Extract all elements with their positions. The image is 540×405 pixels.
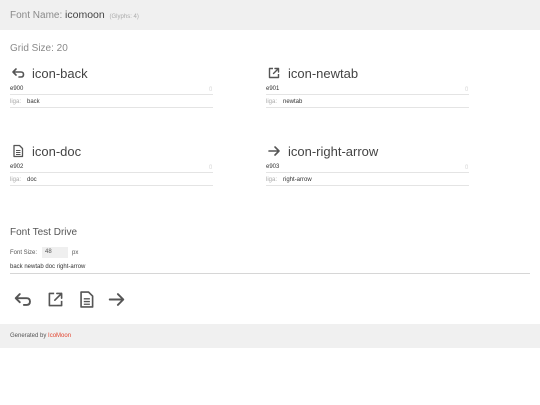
glyph-name: icon-doc — [32, 144, 82, 159]
glyph-card-icon-back: icon-back e900 ▯ liga: back — [10, 64, 213, 108]
font-title: Font Name: icomoon (Glyphs: 4) — [10, 9, 139, 21]
glyph-preview-box: ▯ — [209, 164, 212, 170]
ligature-label: liga: — [10, 99, 22, 105]
grid-size-label: Grid Size: 20 — [10, 43, 68, 54]
glyph-preview-box: ▯ — [465, 164, 468, 170]
ligature-label: liga: — [266, 177, 278, 183]
test-text-input[interactable]: back newtab doc right-arrow — [10, 264, 85, 270]
glyph-name: icon-back — [32, 66, 88, 81]
ligature-value[interactable]: back — [27, 99, 40, 105]
footer: Generated by IcoMoon — [0, 324, 540, 348]
glyph-code-field[interactable]: e903 ▯ — [266, 162, 469, 173]
icomoon-link[interactable]: IcoMoon — [48, 333, 71, 339]
glyph-card-icon-newtab: icon-newtab e901 ▯ liga: newtab — [266, 64, 469, 108]
glyph-code-field[interactable]: e901 ▯ — [266, 84, 469, 95]
glyph-preview-box: ▯ — [465, 86, 468, 92]
ligature-field[interactable]: liga: doc — [10, 175, 213, 186]
test-drive-title: Font Test Drive — [10, 227, 78, 238]
glyph-code-field[interactable]: e902 ▯ — [10, 162, 213, 173]
ligature-value[interactable]: right-arrow — [283, 177, 312, 183]
glyph-name: icon-newtab — [288, 66, 359, 81]
glyph-code[interactable]: e900 — [10, 86, 23, 92]
external-link-icon — [48, 292, 63, 307]
document-icon — [80, 291, 94, 308]
glyph-name: icon-right-arrow — [288, 144, 379, 159]
ligature-field[interactable]: liga: back — [10, 97, 213, 108]
right-arrow-icon — [268, 146, 280, 156]
glyph-count: (Glyphs: 4) — [109, 14, 139, 20]
ligature-value[interactable]: doc — [27, 177, 37, 183]
glyph-code[interactable]: e902 — [10, 164, 23, 170]
back-arrow-icon — [14, 293, 31, 306]
font-size-unit: px — [72, 250, 79, 256]
ligature-field[interactable]: liga: newtab — [266, 97, 469, 108]
font-name-label: Font Name: — [10, 10, 63, 21]
glyph-code-field[interactable]: e900 ▯ — [10, 84, 213, 95]
glyph-code[interactable]: e901 — [266, 86, 279, 92]
font-size-input[interactable]: 48 — [42, 247, 68, 258]
font-name: icomoon — [65, 9, 105, 21]
document-icon — [13, 144, 24, 158]
footer-text: Generated by IcoMoon — [10, 333, 71, 339]
ligature-field[interactable]: liga: right-arrow — [266, 175, 469, 186]
external-link-icon — [268, 67, 280, 79]
glyph-card-icon-right-arrow: icon-right-arrow e903 ▯ liga: right-arro… — [266, 142, 469, 186]
glyph-card-icon-doc: icon-doc e902 ▯ liga: doc — [10, 142, 213, 186]
back-arrow-icon — [12, 68, 25, 78]
ligature-label: liga: — [266, 99, 278, 105]
footer-prefix: Generated by — [10, 333, 47, 339]
divider — [10, 273, 530, 274]
glyph-preview-box: ▯ — [209, 86, 212, 92]
right-arrow-icon — [108, 293, 125, 306]
glyph-code[interactable]: e903 — [266, 164, 279, 170]
header-bar: Font Name: icomoon (Glyphs: 4) — [0, 0, 540, 30]
font-size-label: Font Size: — [10, 250, 38, 256]
ligature-value[interactable]: newtab — [283, 99, 302, 105]
ligature-label: liga: — [10, 177, 22, 183]
